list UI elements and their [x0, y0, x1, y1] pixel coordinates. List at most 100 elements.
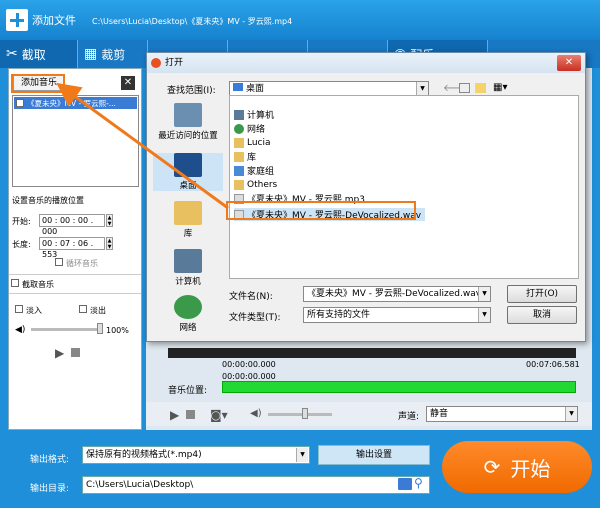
desktop-icon [174, 153, 202, 177]
place-desktop[interactable]: 桌面 [153, 153, 223, 191]
list-item[interactable]: 库 [234, 150, 256, 163]
refresh-icon: ⟳ [483, 455, 501, 479]
close-icon[interactable]: ✕ [557, 55, 581, 71]
chevron-down-icon[interactable]: ▼ [478, 287, 490, 301]
output-dir-input[interactable]: C:\Users\Lucia\Desktop\ [82, 476, 430, 494]
list-item[interactable]: 计算机 [234, 108, 274, 121]
output-format-label: 输出格式: [30, 455, 70, 465]
folder-icon[interactable] [398, 478, 412, 490]
fade-in-checkbox[interactable]: 淡入 [13, 305, 42, 316]
play-icon[interactable]: ▶ [170, 408, 179, 422]
volume-slider[interactable] [31, 328, 99, 331]
computer-icon [234, 109, 244, 120]
chevron-down-icon[interactable]: ▼ [296, 448, 308, 462]
places-bar: 最近访问的位置 桌面 库 计算机 网络 [153, 95, 227, 335]
music-list-item[interactable]: ✓ 《夏未央》MV - 罗云熙-... [14, 97, 137, 109]
start-label: 开始: [12, 217, 31, 226]
homegroup-icon [234, 165, 244, 176]
chevron-down-icon[interactable]: ▼ [478, 308, 490, 322]
music-start-time: 00:00:00.000 [222, 372, 276, 381]
music-list[interactable]: ✓ 《夏未央》MV - 罗云熙-... [12, 95, 139, 187]
library-icon [234, 151, 244, 162]
place-recent[interactable]: 最近访问的位置 [153, 103, 223, 141]
scissors-icon: ✂ [6, 46, 18, 62]
volume-slider[interactable] [268, 413, 332, 416]
dialog-title: 打开 [147, 53, 585, 73]
divider [9, 274, 141, 275]
app-icon [151, 58, 161, 68]
cancel-button[interactable]: 取消 [507, 306, 577, 324]
volume-percent: 100% [106, 326, 129, 335]
add-file-label: 添加文件 [32, 14, 76, 27]
add-file-button[interactable]: 添加文件 [6, 8, 86, 32]
stop-icon[interactable] [71, 348, 80, 357]
network-icon [234, 123, 244, 134]
highlight-box [226, 201, 416, 220]
network-icon [174, 295, 202, 319]
fade-out-checkbox[interactable]: 淡出 [77, 305, 106, 316]
length-label: 长度: [12, 240, 31, 249]
music-panel: 添加音乐 ✕ ✓ 《夏未央》MV - 罗云熙-... 设置音乐的播放位置 开始:… [8, 68, 142, 430]
open-button[interactable]: 打开(O) [507, 285, 577, 303]
volume-slider-handle[interactable] [302, 408, 308, 419]
place-computer[interactable]: 计算机 [153, 249, 223, 287]
filename-label: 文件名(N): [229, 292, 273, 302]
current-file-path: C:\Users\Lucia\Desktop\《夏未央》MV - 罗云熙.mp4 [92, 17, 293, 26]
start-time-stepper[interactable]: ▲ ▼ [106, 214, 113, 227]
camera-icon[interactable]: ◙▾ [210, 408, 228, 422]
music-position-bar[interactable] [222, 381, 576, 393]
cut-music-checkbox[interactable]: 截取音乐 [9, 279, 54, 290]
channel-select[interactable]: 静音 [426, 406, 578, 422]
list-item[interactable]: Others [234, 178, 277, 191]
timeline-start-time: 00:00:00.000 [222, 360, 276, 369]
up-folder-icon[interactable] [459, 83, 470, 93]
timeline-end-time: 00:07:06.581 [526, 360, 580, 369]
view-menu-icon[interactable]: ▦▾ [493, 82, 507, 93]
output-format-select[interactable]: 保持原有的视频格式(*.mp4) [82, 446, 310, 464]
loop-music-checkbox[interactable]: 循环音乐 [53, 258, 98, 269]
timeline-bar[interactable] [168, 348, 576, 358]
new-folder-icon[interactable] [475, 83, 486, 93]
volume-icon: ◀) [250, 408, 262, 419]
app-header: 添加文件 C:\Users\Lucia\Desktop\《夏未央》MV - 罗云… [0, 0, 600, 40]
folder-icon [234, 137, 244, 148]
add-music-button[interactable]: 添加音乐 [13, 75, 65, 91]
length-time-input[interactable]: 00 : 07 : 06 . 553 [39, 237, 105, 259]
chevron-down-icon[interactable]: ▼ [416, 82, 428, 96]
list-item[interactable]: 网络 [234, 122, 265, 135]
filetype-select[interactable]: 所有支持的文件 [303, 307, 491, 323]
stop-icon[interactable] [186, 410, 195, 419]
play-position-label: 设置音乐的播放位置 [12, 196, 84, 205]
volume-slider-handle[interactable] [97, 323, 103, 334]
divider [9, 293, 141, 294]
output-settings-button[interactable]: 输出设置 [318, 445, 430, 465]
computer-icon [174, 249, 202, 273]
music-item-checkbox[interactable]: ✓ [16, 99, 24, 109]
place-network[interactable]: 网络 [153, 295, 223, 333]
filetype-label: 文件类型(T): [229, 313, 281, 323]
chevron-down-icon[interactable]: ▼ [565, 407, 577, 421]
playback-controls: ▶ ◙▾ ◀) 声道: 静音 ▼ [146, 402, 592, 426]
tab-cut[interactable]: ✂ 截取 [0, 40, 78, 68]
list-item[interactable]: Lucia [234, 136, 271, 149]
list-item[interactable]: 家庭组 [234, 164, 274, 177]
start-time-input[interactable]: 00 : 00 : 00 . 000 [39, 214, 105, 236]
folder-icon [234, 179, 244, 190]
filename-input[interactable]: 《夏未央》MV - 罗云熙-DeVocalized.wav [303, 286, 491, 302]
tab-crop[interactable]: ▦ 裁剪 [78, 40, 148, 68]
library-icon [174, 201, 202, 225]
close-icon[interactable]: ✕ [121, 76, 135, 90]
place-library[interactable]: 库 [153, 201, 223, 239]
plus-icon [6, 9, 28, 31]
channel-label: 声道: [398, 412, 420, 422]
play-icon[interactable]: ▶ [55, 346, 64, 360]
volume-icon: ◀) [15, 325, 26, 335]
file-list[interactable]: 计算机 网络 Lucia 库 家庭组 Others 《夏未央》MV - 罗云熙.… [229, 95, 579, 279]
music-position-label: 音乐位置: [168, 386, 208, 396]
start-button[interactable]: ⟳ 开始 [442, 441, 592, 493]
length-time-stepper[interactable]: ▲ ▼ [106, 237, 113, 250]
search-icon[interactable]: ⚲ [414, 476, 423, 490]
recent-places-icon [174, 103, 202, 127]
crop-icon: ▦ [84, 46, 98, 62]
open-file-dialog: 打开 ✕ 查找范围(I): 桌面 ▼ 🡐 ▦▾ 最近访问的位置 桌面 库 计算机… [146, 52, 586, 342]
